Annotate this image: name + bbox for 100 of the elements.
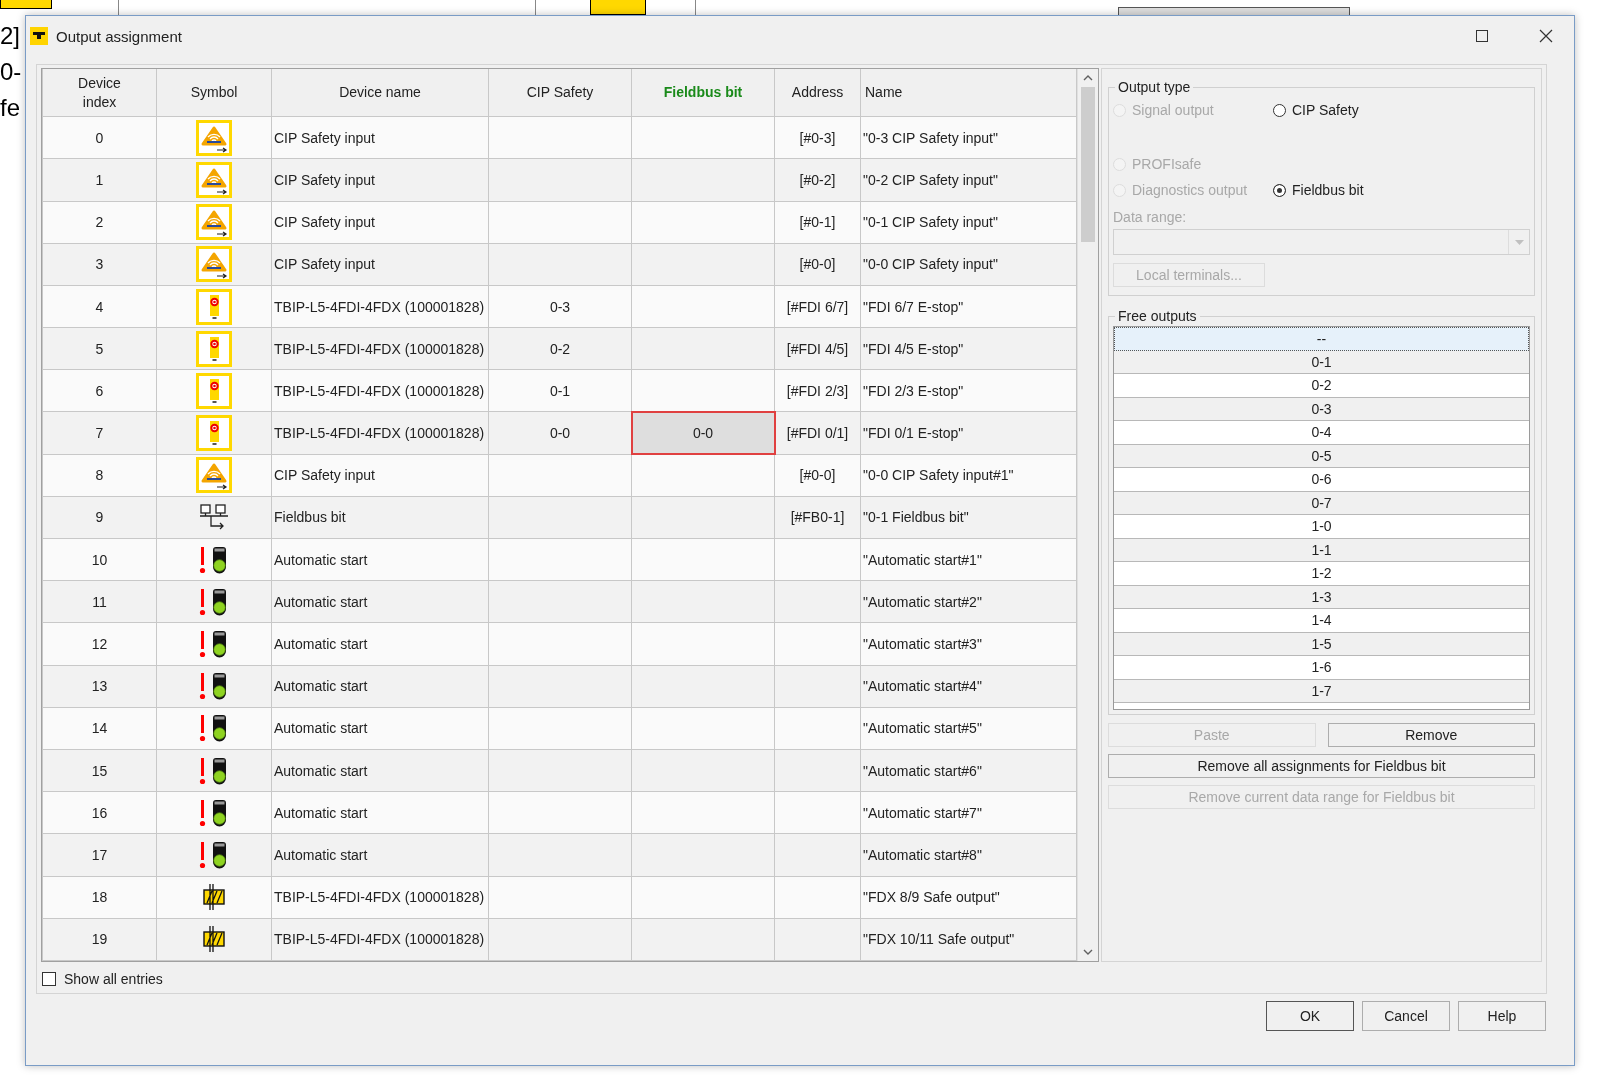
- device-name-cell: Automatic start: [271, 833, 489, 877]
- help-button[interactable]: Help: [1458, 1001, 1546, 1031]
- address-cell: [#0-3]: [774, 116, 861, 159]
- device-name-cell: TBIP-L5-4FDI-4FDX (100001828): [271, 918, 489, 961]
- index-cell: 0: [42, 116, 157, 159]
- cip-safety-cell: 0-0: [488, 412, 632, 455]
- diagram-label: 2]: [0, 22, 20, 50]
- name-cell: "FDI 2/3 E-stop": [860, 369, 1077, 412]
- scroll-up-icon[interactable]: [1083, 75, 1093, 81]
- index-cell: 12: [42, 622, 157, 666]
- list-item[interactable]: 1-3: [1114, 585, 1529, 609]
- index-cell: 5: [42, 327, 157, 370]
- field-label: Data range:: [1113, 209, 1187, 225]
- name-cell: "Automatic start#4": [860, 665, 1077, 708]
- index-cell: 14: [42, 707, 157, 750]
- dropdown[interactable]: [1113, 229, 1530, 255]
- index-cell: 9: [42, 496, 157, 539]
- list-item[interactable]: --: [1114, 327, 1529, 351]
- list-item[interactable]: 1-5: [1114, 632, 1529, 656]
- safety-input-icon: [196, 161, 232, 198]
- name-cell: "FDX 8/9 Safe output": [860, 876, 1077, 919]
- name-cell: "Automatic start#6": [860, 749, 1077, 792]
- index-cell: 15: [42, 749, 157, 792]
- index-cell: 4: [42, 285, 157, 328]
- radio-button[interactable]: CIP Safety: [1273, 97, 1359, 123]
- index-cell: 3: [42, 243, 157, 286]
- name-cell: "Automatic start#5": [860, 707, 1077, 750]
- address-cell: [#0-0]: [774, 243, 861, 286]
- column-header[interactable]: Device name: [271, 69, 489, 117]
- name-cell: "Automatic start#3": [860, 622, 1077, 666]
- radio-button[interactable]: Fieldbus bit: [1273, 177, 1364, 203]
- device-name-cell: Automatic start: [271, 622, 489, 666]
- list-item[interactable]: 0-7: [1114, 491, 1529, 515]
- safety-input-icon: [196, 457, 232, 494]
- diagram-label: fe: [0, 94, 20, 122]
- device-name-cell: Automatic start: [271, 538, 489, 581]
- column-header[interactable]: CIP Safety: [488, 69, 632, 117]
- name-cell: "0-1 Fieldbus bit": [860, 496, 1077, 539]
- column-header[interactable]: Address: [774, 69, 861, 117]
- cip-safety-cell: 0-3: [488, 285, 632, 328]
- device-name-cell: CIP Safety input: [271, 116, 489, 159]
- group-label: Output type: [1117, 79, 1192, 95]
- cip-safety-cell: 0-2: [488, 327, 632, 370]
- index-cell: 2: [42, 201, 157, 244]
- ok-button[interactable]: OK: [1266, 1001, 1354, 1031]
- network-icon: [199, 503, 229, 532]
- column-header[interactable]: Device index: [42, 69, 157, 117]
- vertical-scrollbar[interactable]: [1077, 69, 1098, 961]
- device-name-cell: TBIP-L5-4FDI-4FDX (100001828): [271, 285, 489, 328]
- column-header[interactable]: Fieldbus bit: [631, 69, 775, 117]
- device-name-cell: Automatic start: [271, 580, 489, 623]
- diagram-block: [590, 0, 646, 15]
- list-item[interactable]: 0-3: [1114, 397, 1529, 421]
- maximize-icon: [1476, 30, 1488, 42]
- index-cell: 10: [42, 538, 157, 581]
- dropdown-caret-icon: [1514, 239, 1524, 245]
- address-cell: [#FB0-1]: [774, 496, 861, 539]
- address-cell: [#0-1]: [774, 201, 861, 244]
- cancel-button[interactable]: Cancel: [1362, 1001, 1450, 1031]
- index-cell: 1: [42, 158, 157, 202]
- fieldbus-bit-cell[interactable]: 0-0: [631, 412, 775, 455]
- device-name-cell: Automatic start: [271, 791, 489, 834]
- window-title: Output assignment: [56, 27, 182, 45]
- diagram-label: 0-: [0, 58, 22, 86]
- emergency-stop-icon: [196, 330, 232, 367]
- group-label: Free outputs: [1117, 308, 1198, 324]
- cip-safety-cell: 0-1: [488, 369, 632, 412]
- index-cell: 6: [42, 369, 157, 412]
- column-header[interactable]: Name: [860, 69, 1077, 117]
- device-name-cell: CIP Safety input: [271, 243, 489, 286]
- app-icon: [30, 27, 48, 45]
- device-name-cell: CIP Safety input: [271, 454, 489, 497]
- name-cell: "Automatic start#2": [860, 580, 1077, 623]
- remove-button[interactable]: Remove: [1327, 723, 1535, 747]
- column-header[interactable]: Symbol: [156, 69, 272, 117]
- emergency-stop-icon: [196, 372, 232, 409]
- show-all-checkbox[interactable]: Show all entries: [41, 971, 163, 987]
- name-cell: "0-0 CIP Safety input#1": [860, 454, 1077, 497]
- list-item[interactable]: 1-1: [1114, 538, 1529, 562]
- scroll-down-icon[interactable]: [1083, 949, 1093, 955]
- name-cell: "FDI 6/7 E-stop": [860, 285, 1077, 328]
- address-cell: [#FDI 6/7]: [774, 285, 861, 328]
- safety-input-icon: [196, 119, 232, 156]
- name-cell: "0-1 CIP Safety input": [860, 201, 1077, 244]
- remove-all-button[interactable]: Remove all assignments for Fieldbus bit: [1108, 754, 1535, 778]
- index-cell: 16: [42, 791, 157, 834]
- name-cell: "Automatic start#8": [860, 833, 1077, 877]
- list-item[interactable]: 1-7: [1114, 679, 1529, 703]
- index-cell: 8: [42, 454, 157, 497]
- address-cell: [#FDI 4/5]: [774, 327, 861, 370]
- list-item[interactable]: 0-5: [1114, 444, 1529, 468]
- name-cell: "0-0 CIP Safety input": [860, 243, 1077, 286]
- list-item[interactable]: 0-1: [1114, 350, 1529, 374]
- device-name-cell: TBIP-L5-4FDI-4FDX (100001828): [271, 369, 489, 412]
- device-name-cell: TBIP-L5-4FDI-4FDX (100001828): [271, 876, 489, 919]
- safety-input-icon: [196, 204, 232, 241]
- device-name-cell: Fieldbus bit: [271, 496, 489, 539]
- name-cell: "FDI 0/1 E-stop": [860, 412, 1077, 455]
- scrollbar-thumb[interactable]: [1081, 87, 1095, 242]
- device-name-cell: Automatic start: [271, 665, 489, 708]
